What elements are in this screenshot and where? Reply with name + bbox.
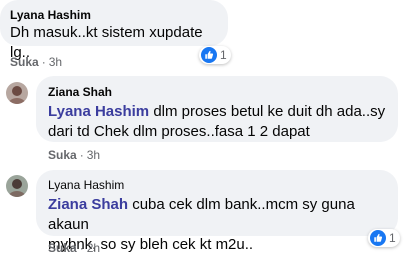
like-link[interactable]: Suka [48,148,77,162]
mention-link[interactable]: Ziana Shah [48,196,128,213]
mention-link[interactable]: Lyana Hashim [48,103,149,120]
avatar[interactable] [6,175,28,197]
thumbs-up-icon [370,230,386,246]
like-link[interactable]: Suka [10,55,39,69]
avatar[interactable] [6,82,28,104]
comment-bubble-1: Lyana Hashim Dh masuk..kt sistem xupdate… [0,0,228,61]
comment-time[interactable]: 3h [49,55,62,69]
comment-author[interactable]: Ziana Shah [48,85,386,100]
thumbs-up-icon [201,47,217,63]
comment-time[interactable]: 3h [87,148,100,162]
comment-author[interactable]: Lyana Hashim [48,178,386,193]
comment-meta: Suka · 3h [10,55,62,69]
comment-author[interactable]: Lyana Hashim [10,8,216,23]
comment-text: Lyana Hashim dlm proses betul ke duit dh… [48,102,386,122]
reaction-count: 1 [220,48,227,62]
comment-text: Ziana Shah cuba cek dlm bank..mcm sy gun… [48,195,386,235]
avatar-image [6,82,28,104]
comment-bubble-2: Ziana Shah Lyana Hashim dlm proses betul… [36,76,398,142]
comment-time[interactable]: 2h [87,241,100,255]
avatar-image [6,175,28,197]
meta-separator: · [79,241,84,255]
comment-meta: Suka · 3h [48,148,100,162]
like-link[interactable]: Suka [48,241,77,255]
reaction-count: 1 [389,231,396,245]
reaction-badge[interactable]: 1 [368,229,400,247]
meta-separator: · [79,148,84,162]
comment-text-line2: dari td Chek dlm proses..fasa 1 2 dapat [48,123,310,140]
comment-bubble-3: Lyana Hashim Ziana Shah cuba cek dlm ban… [36,170,398,253]
reaction-badge[interactable]: 1 [199,46,231,64]
comment-text-line1: dlm proses betul ke duit dh ada..sy [149,103,386,120]
meta-separator: · [41,55,46,69]
comment-meta: Suka · 2h [48,241,100,255]
